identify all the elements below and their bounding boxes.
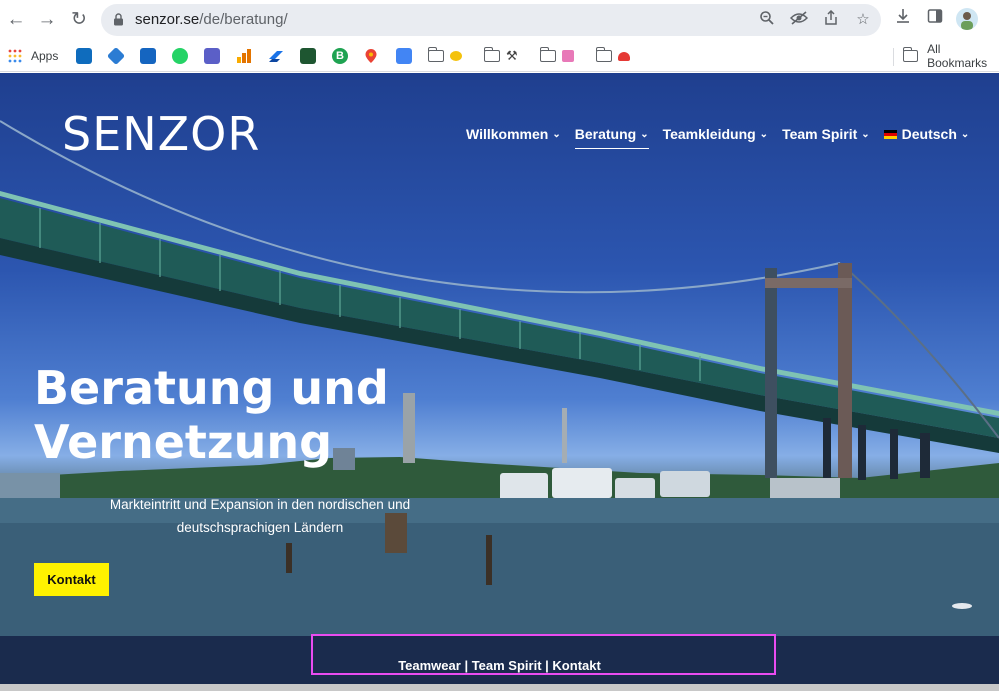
share-icon[interactable] — [821, 9, 841, 30]
download-icon[interactable] — [891, 8, 915, 32]
nav-label: Teamkleidung — [662, 126, 756, 142]
chevron-down-icon: ⌄ — [960, 128, 970, 140]
chevron-down-icon: ⌄ — [861, 128, 870, 140]
bookmark-apps-label: Apps — [31, 49, 59, 63]
chevron-down-icon: ⌄ — [640, 128, 649, 140]
lock-icon — [114, 13, 123, 26]
emoji-icon — [450, 51, 462, 61]
hero-headline: Beratung und Vernetzung — [34, 361, 474, 469]
chevron-down-icon: ⌄ — [552, 128, 561, 140]
nav-item-willkommen[interactable]: Willkommen ⌄ — [466, 126, 561, 142]
url-domain: senzor.se — [135, 11, 200, 28]
headline-line-1: Beratung und — [34, 361, 389, 415]
nav-label: Team Spirit — [782, 126, 858, 142]
reload-icon[interactable]: ↻ — [67, 8, 91, 32]
url-path: /de/beratung/ — [199, 11, 288, 28]
mail-app-icon[interactable] — [106, 46, 126, 66]
eye-off-icon[interactable] — [789, 10, 809, 30]
folder-icon — [595, 47, 612, 62]
hero-subline: Markteintritt und Expansion in den nordi… — [80, 493, 440, 539]
nav-label: Willkommen — [466, 126, 549, 142]
profile-avatar[interactable] — [956, 8, 978, 30]
page-viewport: SENZOR Willkommen ⌄ Beratung ⌄ Teamkleidun… — [0, 73, 999, 691]
bookmark-folder-3[interactable] — [539, 47, 574, 65]
nav-label: Beratung — [574, 126, 637, 142]
translate-icon[interactable] — [396, 47, 412, 65]
nav-item-team-spirit[interactable]: Team Spirit ⌄ — [782, 126, 870, 142]
folder-icon — [539, 47, 556, 62]
folder-icon — [427, 47, 444, 62]
bookmarks-bar: Apps B ⚒ All Bookmarks — [0, 40, 999, 72]
chart-app-icon[interactable] — [300, 47, 316, 65]
subline-line-2: deutschsprachigen Ländern — [176, 520, 344, 535]
address-bar[interactable]: senzor.se/de/beratung/ ☆ — [101, 4, 881, 36]
headline-line-2: Vernetzung — [34, 415, 333, 469]
outlook-icon-2[interactable] — [140, 47, 156, 65]
folder-icon — [902, 47, 919, 62]
horizontal-scrollbar[interactable] — [0, 684, 999, 691]
teams-icon[interactable] — [204, 47, 220, 65]
star-icon[interactable]: ☆ — [853, 10, 873, 30]
arrow-app-icon[interactable] — [268, 47, 284, 65]
apps-grid-icon — [8, 49, 22, 63]
main-navigation: Willkommen ⌄ Beratung ⌄ Teamkleidung ⌄ Team… — [466, 126, 983, 149]
sidebar-icon[interactable] — [923, 8, 947, 32]
b-app-icon[interactable]: B — [332, 47, 348, 65]
nav-label: Deutsch — [901, 126, 957, 142]
subline-line-1: Markteintritt und Expansion in den nordi… — [109, 497, 411, 512]
nav-item-teamkleidung[interactable]: Teamkleidung ⌄ — [663, 126, 768, 142]
analytics-icon[interactable] — [236, 47, 252, 65]
hero-section: SENZOR Willkommen ⌄ Beratung ⌄ Teamkleidun… — [0, 73, 999, 636]
shopping-bag-icon — [562, 50, 574, 62]
zoom-icon[interactable] — [757, 10, 777, 30]
folder-icon — [483, 47, 500, 62]
whatsapp-icon[interactable] — [172, 47, 188, 65]
bookmark-folder-4[interactable] — [595, 47, 630, 65]
chevron-down-icon: ⌄ — [759, 128, 769, 140]
site-logo[interactable]: SENZOR — [62, 107, 260, 161]
nav-item-language[interactable]: Deutsch ⌄ — [883, 126, 970, 142]
maps-icon[interactable] — [364, 47, 378, 65]
url-text[interactable]: senzor.se/de/beratung/ — [135, 11, 288, 28]
all-bookmarks[interactable]: All Bookmarks — [902, 42, 999, 70]
highlight-box — [311, 634, 776, 675]
mushroom-icon — [618, 51, 630, 61]
bookmark-folder-2[interactable]: ⚒ — [483, 47, 518, 65]
nav-item-beratung[interactable]: Beratung ⌄ — [574, 126, 649, 149]
bookmark-apps[interactable]: Apps — [8, 47, 58, 65]
back-icon[interactable]: ← — [4, 8, 28, 32]
outlook-icon[interactable] — [76, 47, 92, 65]
bookmarks-divider — [893, 48, 894, 66]
tools-icon: ⚒ — [506, 48, 518, 63]
forward-icon[interactable]: → — [35, 8, 59, 32]
german-flag-icon — [883, 129, 897, 139]
all-bookmarks-label: All Bookmarks — [927, 42, 988, 70]
browser-toolbar: ← → ↻ senzor.se/de/beratung/ ☆ — [0, 0, 999, 40]
kontakt-button[interactable]: Kontakt — [34, 563, 109, 596]
bookmark-folder-1[interactable] — [427, 47, 462, 65]
